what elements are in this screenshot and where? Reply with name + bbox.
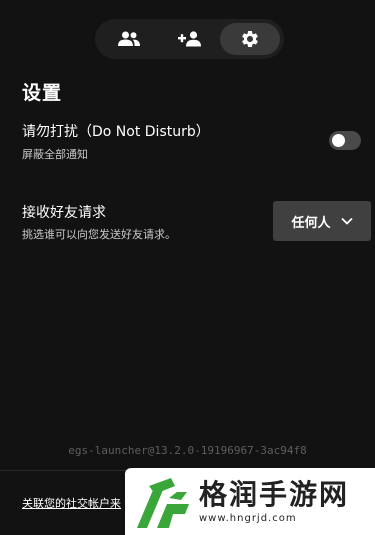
watermark-logo-icon: [137, 477, 189, 528]
chevron-down-icon: [340, 217, 353, 225]
tab-settings[interactable]: [220, 23, 280, 55]
friends-icon: [118, 31, 140, 46]
gear-icon: [242, 30, 258, 47]
dnd-description: 屏蔽全部通知: [22, 148, 88, 161]
add-friend-icon: [177, 31, 201, 47]
watermark-text: 格润手游网 www.hngrjd.com: [199, 478, 350, 525]
friend-requests-description: 挑选谁可以向您发送好友请求。: [22, 228, 176, 241]
toggle-knob: [332, 134, 345, 147]
tab-friends[interactable]: [99, 23, 159, 55]
watermark-name: 格润手游网: [199, 478, 350, 511]
version-text: egs-launcher@13.2.0-19196967-3ac94f8: [68, 444, 307, 457]
link-social-accounts[interactable]: 关联您的社交帐户来: [22, 495, 121, 511]
friend-requests-value: 任何人: [291, 215, 331, 231]
friend-requests-label: 接收好友请求: [22, 205, 106, 221]
tab-add-friend[interactable]: [160, 23, 220, 55]
watermark: 格润手游网 www.hngrjd.com: [125, 468, 375, 535]
top-tab-bar: [95, 19, 284, 59]
friend-requests-select[interactable]: 任何人: [273, 201, 371, 241]
dnd-toggle[interactable]: [329, 131, 361, 150]
watermark-url: www.hngrjd.com: [199, 513, 297, 524]
page-title: 设置: [22, 82, 63, 104]
dnd-label: 请勿打扰（Do Not Disturb）: [22, 124, 210, 140]
